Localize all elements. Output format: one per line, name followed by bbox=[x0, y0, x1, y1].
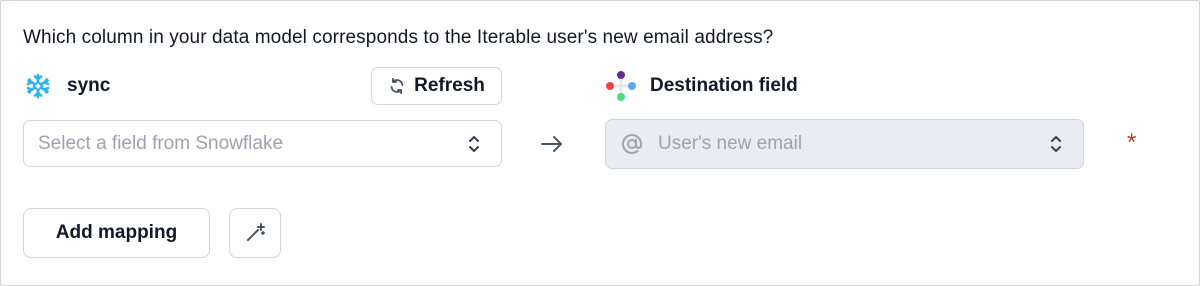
refresh-label: Refresh bbox=[414, 75, 485, 96]
iterable-icon bbox=[605, 70, 637, 102]
source-field-select[interactable]: Select a field from Snowflake bbox=[23, 120, 502, 167]
chevron-up-down-icon bbox=[467, 132, 481, 156]
destination-field-select: User's new email bbox=[605, 119, 1084, 169]
source-field-placeholder: Select a field from Snowflake bbox=[38, 132, 284, 154]
arrow-right-icon bbox=[539, 132, 565, 156]
destination-header: Destination field bbox=[605, 67, 798, 105]
refresh-button[interactable]: Refresh bbox=[371, 67, 502, 105]
magic-wand-icon bbox=[244, 222, 266, 244]
destination-title: Destination field bbox=[650, 75, 798, 96]
mapping-question: Which column in your data model correspo… bbox=[23, 27, 774, 48]
chevron-up-down-icon bbox=[1049, 132, 1063, 156]
required-marker: * bbox=[1127, 129, 1137, 156]
at-sign-icon bbox=[620, 132, 644, 156]
mapping-panel: Which column in your data model correspo… bbox=[0, 0, 1200, 286]
snowflake-icon bbox=[23, 71, 53, 101]
source-name: sync bbox=[67, 75, 111, 96]
add-mapping-label: Add mapping bbox=[55, 222, 178, 243]
add-mapping-button[interactable]: Add mapping bbox=[23, 208, 210, 258]
magic-wand-button[interactable] bbox=[229, 208, 281, 258]
refresh-icon bbox=[388, 77, 406, 95]
destination-field-placeholder: User's new email bbox=[658, 133, 803, 154]
